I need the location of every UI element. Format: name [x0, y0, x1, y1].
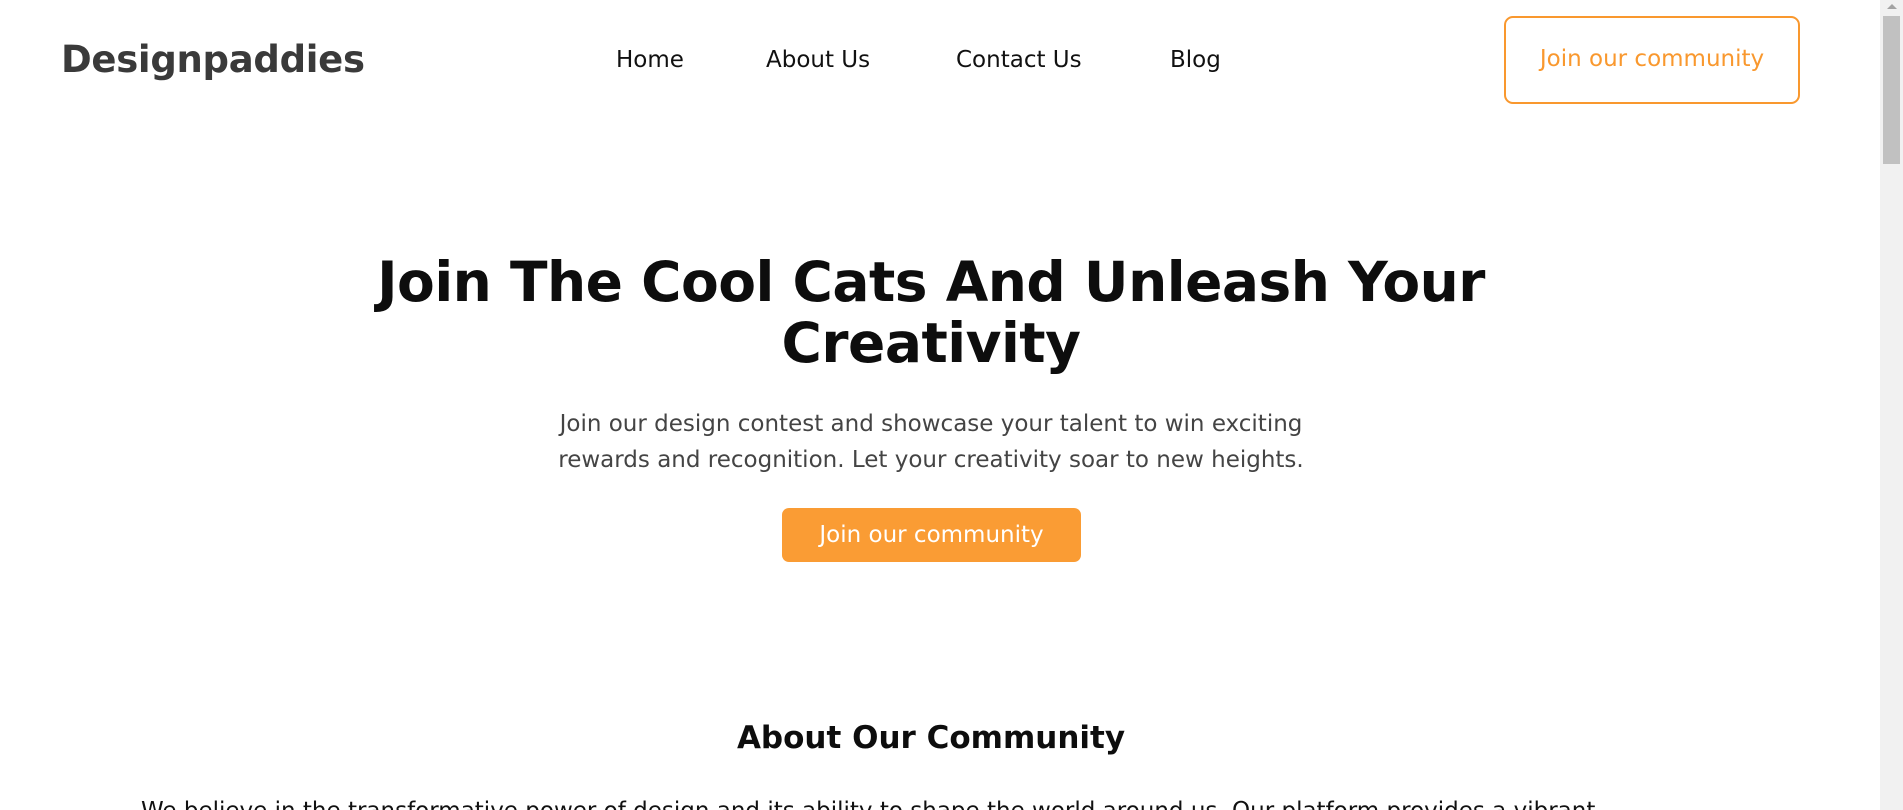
nav-link-contact[interactable]: Contact Us	[956, 44, 1082, 76]
nav-link-about[interactable]: About Us	[766, 44, 870, 76]
hero-title: Join The Cool Cats And Unleash Your Crea…	[330, 252, 1532, 374]
hero-title-line-2: Creativity	[781, 311, 1081, 375]
site-header: Designpaddies Home About Us Contact Us B…	[0, 0, 1880, 122]
vertical-scrollbar[interactable]	[1880, 0, 1903, 810]
hero-join-community-button[interactable]: Join our community	[782, 508, 1081, 562]
hero-subtitle: Join our design contest and showcase you…	[520, 406, 1342, 478]
scroll-up-arrow-icon[interactable]	[1887, 4, 1897, 9]
about-title: About Our Community	[736, 720, 1126, 756]
hero-subtitle-line-1: Join our design contest and showcase you…	[559, 411, 1303, 437]
header-join-community-button[interactable]: Join our community	[1504, 16, 1800, 104]
hero-subtitle-line-2: rewards and recognition. Let your creati…	[558, 447, 1304, 473]
about-text: We believe in the transformative power o…	[141, 794, 1741, 810]
scrollbar-thumb[interactable]	[1883, 16, 1900, 164]
nav-link-home[interactable]: Home	[616, 44, 684, 76]
site-logo[interactable]: Designpaddies	[61, 36, 365, 84]
page: Designpaddies Home About Us Contact Us B…	[0, 0, 1903, 810]
hero-title-line-1: Join The Cool Cats And Unleash Your	[377, 250, 1485, 314]
nav-link-blog[interactable]: Blog	[1170, 44, 1221, 76]
